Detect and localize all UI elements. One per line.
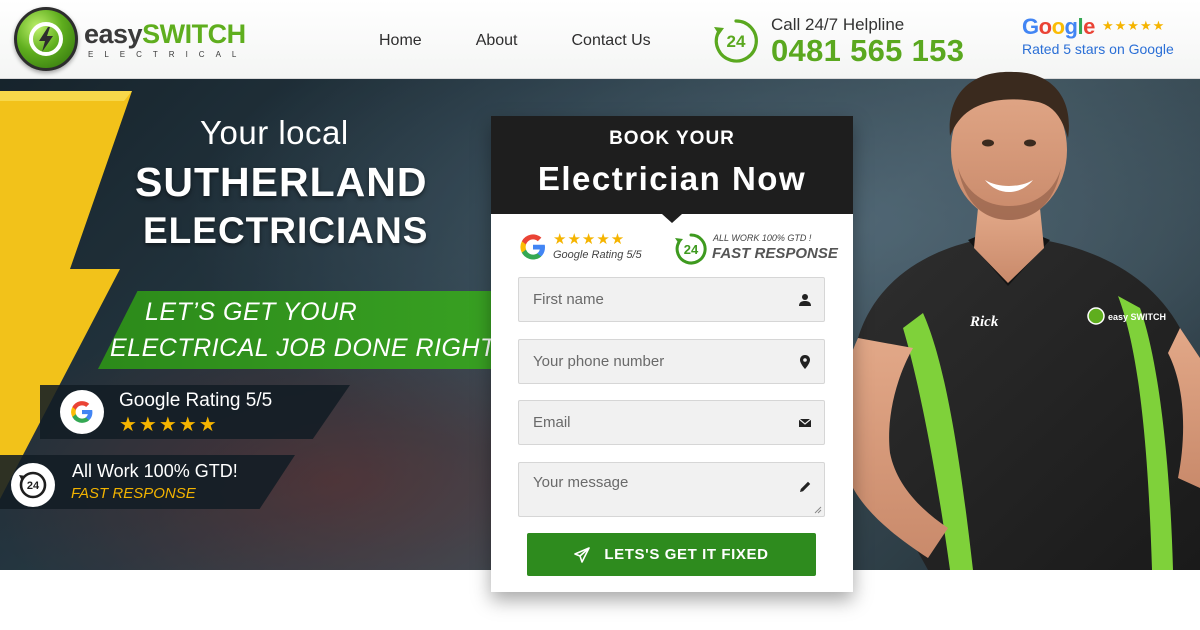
- paper-plane-icon: [574, 546, 591, 563]
- nav-contact-us[interactable]: Contact Us: [572, 32, 651, 50]
- form-clock-text: 24: [684, 242, 699, 257]
- clock-24-icon: 24: [11, 463, 55, 507]
- phone-placeholder: Your phone number: [533, 353, 665, 370]
- main-nav: Home About Contact Us: [379, 32, 651, 50]
- brand-logo[interactable]: easySWITCH ELECTRICAL: [14, 6, 254, 72]
- clock-24-icon: 24: [675, 233, 707, 265]
- email-field[interactable]: Email: [518, 400, 825, 445]
- hero-title-line2: SUTHERLAND: [135, 159, 428, 205]
- google-letter: o: [1038, 14, 1052, 39]
- envelope-icon: [798, 418, 812, 427]
- form-fast-response-badge: 24 ALL WORK 100% GTD ! FAST RESPONSE: [674, 232, 838, 266]
- first-name-field[interactable]: First name: [518, 277, 825, 322]
- first-name-placeholder: First name: [533, 291, 604, 308]
- google-letter: G: [1022, 14, 1039, 39]
- nav-about[interactable]: About: [476, 32, 518, 50]
- tagline-line1: LET’S GET YOUR: [145, 298, 358, 326]
- submit-button[interactable]: LETS'S GET IT FIXED: [527, 533, 816, 576]
- form-guarantee-small: ALL WORK 100% GTD !: [713, 233, 812, 243]
- shirt-logo-icon: [1087, 307, 1105, 325]
- user-icon: [799, 294, 811, 306]
- google-rated-text: Rated 5 stars on Google: [1022, 41, 1174, 57]
- form-fast-response-text: FAST RESPONSE: [712, 245, 838, 262]
- resize-handle-icon[interactable]: [814, 506, 822, 514]
- google-g-icon: [60, 390, 104, 434]
- form-stars-icon: ★★★★★: [553, 231, 626, 248]
- logo-word-switch: SWITCH: [142, 18, 246, 49]
- google-stars-icon: ★★★★★: [1102, 18, 1166, 33]
- rating-stars-icon: ★★★★★: [119, 414, 219, 436]
- pencil-icon: [800, 481, 811, 492]
- map-pin-icon: [800, 355, 810, 369]
- phone-field[interactable]: Your phone number: [518, 339, 825, 384]
- guarantee-title: All Work 100% GTD!: [72, 461, 238, 481]
- google-g-icon: [520, 234, 545, 260]
- form-header-pointer: [662, 214, 682, 223]
- submit-label: LETS'S GET IT FIXED: [604, 546, 769, 563]
- form-header: BOOK YOUR Electrician Now: [491, 116, 853, 214]
- booking-form: BOOK YOUR Electrician Now ★★★★★ Google R…: [491, 116, 853, 592]
- google-letter: g: [1064, 14, 1078, 39]
- shirt-name-text: Rick: [969, 314, 999, 330]
- shirt-logo-text: easy SWITCH: [1108, 312, 1166, 322]
- lightning-e-icon: [14, 7, 78, 71]
- clock-24-text: 24: [727, 32, 746, 51]
- form-title-line2: Electrician Now: [537, 160, 807, 197]
- google-rated-badge[interactable]: Google ★★★★★ Rated 5 stars on Google: [1022, 14, 1192, 57]
- google-letter: e: [1083, 14, 1095, 39]
- hero-title-line1: Your local: [200, 114, 349, 151]
- message-field[interactable]: Your message: [518, 462, 825, 517]
- form-google-badge: ★★★★★ Google Rating 5/5: [518, 231, 658, 264]
- helpline-label: Call 24/7 Helpline: [771, 15, 905, 34]
- email-placeholder: Email: [533, 414, 571, 431]
- message-placeholder: Your message: [533, 474, 629, 491]
- gtd-icon-text: 24: [27, 480, 40, 492]
- electrician-photo: Rick easy SWITCH: [837, 71, 1200, 570]
- clock-24-icon: 24: [714, 19, 758, 63]
- form-title-line1: BOOK YOUR: [609, 128, 735, 149]
- google-rating-title: Google Rating 5/5: [119, 390, 273, 411]
- tagline-line2: ELECTRICAL JOB DONE RIGHT: [110, 334, 496, 362]
- form-google-rating-text: Google Rating 5/5: [553, 249, 642, 261]
- google-letter: o: [1051, 14, 1065, 39]
- guarantee-subtitle: FAST RESPONSE: [71, 485, 196, 502]
- nav-home[interactable]: Home: [379, 32, 422, 50]
- hero-title-line3: ELECTRICIANS: [143, 210, 429, 251]
- logo-word-easy: easy: [84, 18, 143, 49]
- logo-subtitle: ELECTRICAL: [88, 49, 248, 59]
